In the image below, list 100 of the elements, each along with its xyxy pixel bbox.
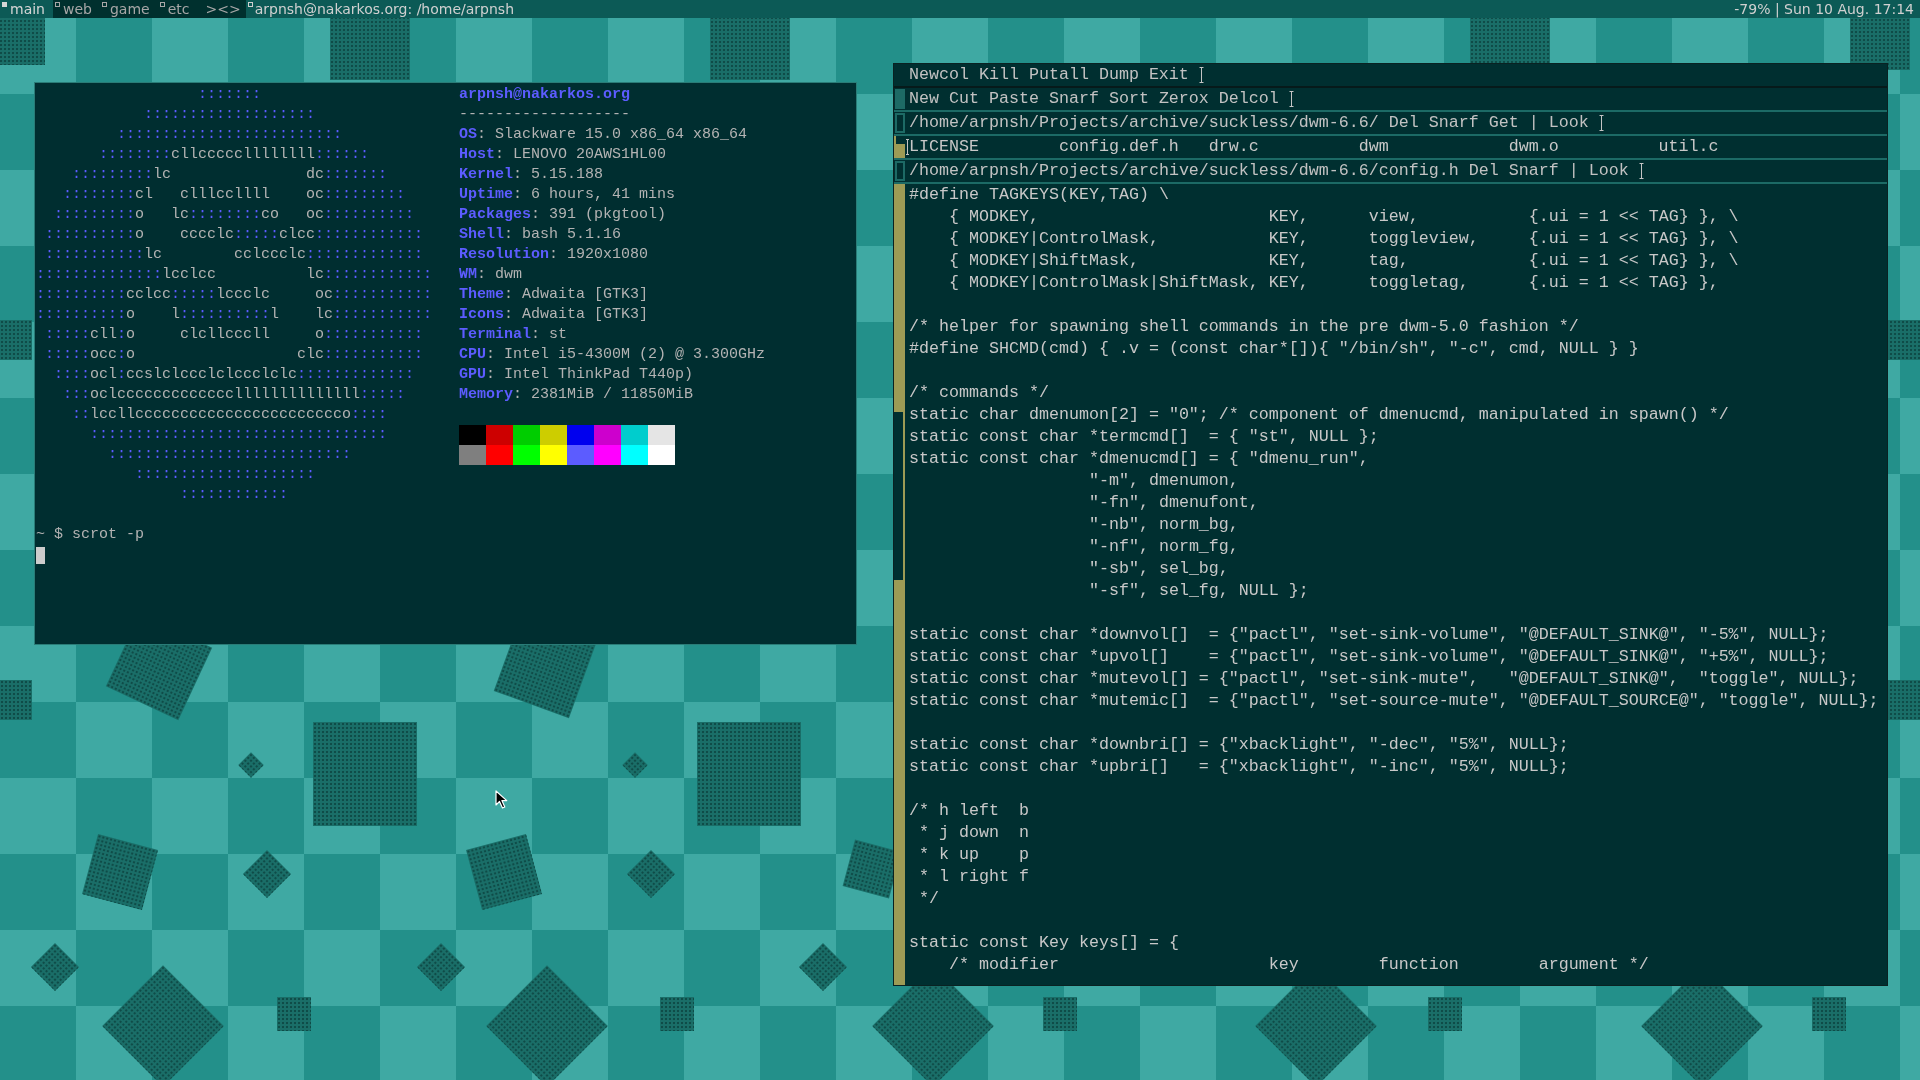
ascii-art-line: ::lccllccccccccccccccccccccccco:::: (72, 406, 388, 423)
file-name[interactable]: util.c (1658, 137, 1719, 156)
info-line: Shell: bash 5.1.16 (459, 226, 622, 243)
ascii-art-line: ::::::::::::::::::::::::::: (108, 446, 352, 463)
tag-command[interactable]: Look (1548, 112, 1589, 134)
text-cursor-icon (1288, 90, 1294, 108)
ascii-art-line: ::::::::::::::::::::::::::::::::: (90, 426, 388, 443)
code-line: /* commands */ (909, 383, 1049, 402)
tag-command[interactable]: Sort (1108, 88, 1149, 110)
ascii-art-line: :::::occ:o clc::::::::::: (45, 346, 424, 363)
file-name[interactable]: config.def.h (1058, 137, 1179, 156)
info-line: Kernel: 5.15.188 (459, 166, 604, 183)
info-line: Theme: Adwaita [GTK3] (459, 286, 649, 303)
tag-command[interactable]: Delcol (1218, 88, 1279, 110)
code-line: static const char *dmenucmd[] = { "dmenu_run", (909, 449, 1369, 468)
code-line: #define TAGKEYS(KEY,TAG) \ (909, 185, 1169, 204)
prompt-line: ~ $ scrot -p (36, 526, 145, 543)
window-title: arpnsh@nakarkos.org: /home/arpnsh (254, 0, 514, 18)
code-line: * k up p (919, 845, 1029, 864)
info-line: Icons: Adwaita [GTK3] (459, 306, 649, 323)
file-name[interactable]: dwm.o (1508, 137, 1559, 156)
info-line: Terminal: st (459, 326, 568, 343)
ascii-art-line: ::::::::::cclcc:::::lccclc oc::::::::::: (36, 286, 433, 303)
info-line: Resolution: 1920x1080 (459, 246, 649, 263)
scroll-bar[interactable] (894, 136, 905, 158)
ascii-art-line: ::::::::::::::::::::::::: (117, 126, 343, 143)
file-path[interactable]: /home/arpnsh/Projects/archive/suckless/dwm-6.6/ (909, 112, 1379, 134)
tag-button[interactable]: etc (157, 0, 198, 18)
code-line: * j down n (919, 823, 1029, 842)
layout-symbol[interactable]: ><> (197, 0, 246, 18)
ascii-art-line: :::::::::::::::::::: (135, 466, 316, 483)
tag-command[interactable]: Cut (949, 88, 979, 110)
ascii-art-line: ::::::::::o cccclc:::::clcc:::::::::::: (45, 226, 424, 243)
info-line: Host: LENOVO 20AWS1HL00 (459, 146, 667, 163)
ascii-art-line: ::::::::::::::::::: (144, 106, 316, 123)
ascii-art-line: ::::::: (198, 86, 262, 103)
scroll-thumb[interactable] (894, 412, 905, 580)
tag-command[interactable]: Del (1468, 160, 1499, 182)
tag-separator: | (1568, 160, 1579, 182)
status-text: -79% | Sun 10 Aug. 17:14 (1734, 0, 1915, 18)
tag-command[interactable]: Kill (978, 64, 1019, 86)
tag-command[interactable]: Look (1588, 160, 1629, 182)
text-cursor-icon (1638, 162, 1644, 180)
code-line: static const char *mutemic[] = {"pactl", "set-source-mute", "@DEFAULT_SOURCE@", "toggle", NULL}; (909, 691, 1879, 710)
tag-separator: | (1528, 112, 1539, 134)
tag-command[interactable]: Del (1388, 112, 1419, 134)
ascii-art-line: :::::cll:o clcllcccll o::::::::::: (45, 326, 424, 343)
info-line: CPU: Intel i5-4300M (2) @ 3.300GHz (459, 346, 766, 363)
tag-command[interactable]: Snarf (1048, 88, 1099, 110)
scroll-thumb[interactable] (894, 136, 905, 144)
square-icon (247, 2, 253, 7)
file-path[interactable]: /home/arpnsh/Projects/archive/suckless/dwm-6.6/config.h (909, 160, 1459, 182)
file-name[interactable]: dwm (1358, 137, 1389, 156)
code-line: */ (919, 889, 939, 908)
info-line: GPU: Intel ThinkPad T440p) (459, 366, 694, 383)
tag-command[interactable]: New (909, 88, 939, 110)
file-name[interactable]: drw.c (1208, 137, 1259, 156)
code-line: "-sb", sel_bg, (1088, 559, 1229, 578)
tag-command[interactable]: Snarf (1508, 160, 1559, 182)
scroll-bar[interactable] (894, 184, 905, 985)
text-cursor-icon (1598, 114, 1604, 132)
text-cursor-icon (1198, 66, 1204, 84)
tag-command[interactable]: Dump (1098, 64, 1139, 86)
block-cursor-icon (36, 546, 45, 564)
text-cursor-icon (906, 138, 909, 156)
code-line: static const Key keys[] = { (909, 933, 1179, 952)
tag-button[interactable]: game (99, 0, 158, 18)
info-line: Packages: 391 (pkgtool) (459, 206, 667, 223)
ascii-art-line: :::oclcccccccccccccllllllllllllll::::: (63, 386, 406, 403)
code-line: static char dmenumon[2] = "0"; /* component of dmenucmd, manipulated in spawn() */ (909, 405, 1729, 424)
code-line: static const char *mutevol[] = {"pactl", "set-sink-mute", "@DEFAULT_SINK@", "toggle", NULL}; (909, 669, 1859, 688)
file-name[interactable]: LICENSE (909, 137, 979, 156)
user-host-title: arpnsh@nakarkos.org (459, 86, 631, 103)
tag-command[interactable]: Putall (1028, 64, 1089, 86)
tag-command[interactable]: Snarf (1428, 112, 1479, 134)
code-line: "-m", dmenumon, (1088, 471, 1239, 490)
ascii-art-line: ::::::::cllcccccllllllll:::::: (99, 146, 370, 163)
code-line: { MODKEY|ShiftMask, KEY, tag, {.ui = 1 << TAG} }, \ (949, 251, 1739, 270)
code-line: "-fn", dmenufont, (1088, 493, 1259, 512)
code-line: { MODKEY|ControlMask, KEY, toggleview, {.ui = 1 << TAG} }, \ (949, 229, 1739, 248)
code-line: "-nf", norm_fg, (1088, 537, 1239, 556)
ascii-art-line: :::::::::::: (180, 486, 289, 503)
code-line: { MODKEY, KEY, view, {.ui = 1 << TAG} }, \ (949, 207, 1739, 226)
ascii-art-line: ::::::::::::::lcclcc lc:::::::::::: (36, 266, 433, 283)
code-line: #define SHCMD(cmd) { .v = (const char*[]){ "/bin/sh", "-c", cmd, NULL } } (909, 339, 1639, 358)
code-line: { MODKEY|ControlMask|ShiftMask, KEY, toggletag, {.ui = 1 << TAG} }, (949, 273, 1719, 292)
tag-command[interactable]: Zerox (1158, 88, 1209, 110)
tag-command[interactable]: Newcol (909, 64, 969, 86)
code-line: static const char *upvol[] = {"pactl", "set-sink-volume", "@DEFAULT_SINK@", "+5%", NULL}; (909, 647, 1829, 666)
code-line: "-sf", sel_fg, NULL }; (1088, 581, 1309, 600)
tag-command[interactable]: Exit (1148, 64, 1189, 86)
code-line: static const char *termcmd[] = { "st", NULL }; (909, 427, 1379, 446)
info-line: WM: dwm (459, 266, 523, 283)
tag-button[interactable]: web (53, 0, 100, 18)
tag-command[interactable]: Paste (988, 88, 1039, 110)
tag-command[interactable]: Get (1488, 112, 1519, 134)
ascii-art-line: :::::::::::lc cclccclc::::::::::::: (45, 246, 424, 263)
info-line: Memory: 2381MiB / 11850MiB (459, 386, 694, 403)
code-line: static const char *downvol[] = {"pactl", "set-sink-volume", "@DEFAULT_SINK@", "-5%", NULL}; (909, 625, 1829, 644)
ascii-art-line: :::::::::lc dc::::::: (72, 166, 388, 183)
